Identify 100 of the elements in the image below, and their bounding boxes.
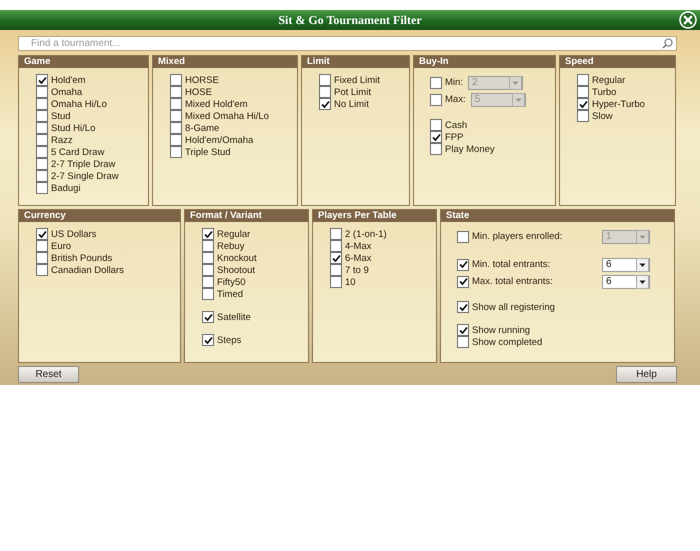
checkbox-label[interactable]: Regular [217,228,250,240]
checkbox-label[interactable]: 2-7 Triple Draw [51,158,116,170]
checkbox-label[interactable]: 7 to 9 [345,264,369,276]
checkbox[interactable] [170,86,182,98]
checkbox-label[interactable]: US Dollars [51,228,96,240]
checkbox-label[interactable]: Stud [51,110,71,122]
checkbox[interactable] [457,258,469,270]
checkbox-label[interactable]: Razz [51,134,73,146]
checkbox[interactable] [457,276,469,288]
checkbox-label[interactable]: Stud Hi/Lo [51,122,96,134]
checkbox[interactable] [36,98,48,110]
checkbox-label[interactable]: Knockout [217,252,257,264]
checkbox-label[interactable]: Slow [592,110,613,122]
checkbox[interactable] [457,230,469,242]
help-button[interactable]: Help [616,366,677,383]
checkbox[interactable] [202,240,214,252]
checkbox[interactable] [36,170,48,182]
checkbox-label[interactable]: Min: [445,77,463,88]
checkbox[interactable] [330,228,342,240]
checkbox[interactable] [577,86,589,98]
checkbox-label[interactable]: Hyper-Turbo [592,98,645,110]
checkbox-label[interactable]: Timed [217,288,244,300]
reset-button[interactable]: Reset [18,366,79,383]
checkbox-label[interactable]: 6-Max [345,252,372,264]
checkbox[interactable] [577,98,589,110]
checkbox[interactable] [577,110,589,122]
checkbox-label[interactable]: Canadian Dollars [51,264,124,276]
checkbox-label[interactable]: Mixed Omaha Hi/Lo [185,110,269,122]
checkbox-label[interactable]: Satellite [217,312,251,322]
checkbox[interactable] [319,74,331,86]
checkbox[interactable] [36,146,48,158]
checkbox[interactable] [319,86,331,98]
checkbox[interactable] [202,264,214,276]
checkbox[interactable] [202,252,214,264]
checkbox[interactable] [430,119,442,131]
checkbox-label[interactable]: 10 [345,276,356,288]
close-icon[interactable] [679,11,697,29]
checkbox[interactable] [36,86,48,98]
search-field[interactable]: Find a tournament... [18,36,677,51]
checkbox-label[interactable]: Max: [445,94,466,105]
checkbox-label[interactable]: Triple Stud [185,146,231,158]
checkbox-label[interactable]: 8-Game [185,122,220,134]
checkbox[interactable] [202,334,214,346]
checkbox[interactable] [430,143,442,155]
checkbox[interactable] [202,228,214,240]
checkbox[interactable] [430,131,442,143]
checkbox-label[interactable]: Omaha [51,86,82,98]
checkbox-label[interactable]: Shootout [217,264,256,276]
checkbox-label[interactable]: Cash [445,120,468,130]
checkbox[interactable] [457,324,469,336]
dropdown[interactable]: 6 [602,258,650,272]
checkbox[interactable] [330,276,342,288]
checkbox-label[interactable]: Omaha Hi/Lo [51,98,107,110]
checkbox-label[interactable]: Min. total entrants: [472,259,589,270]
checkbox[interactable] [170,98,182,110]
checkbox-label[interactable]: British Pounds [51,252,112,264]
checkbox[interactable] [170,146,182,158]
checkbox[interactable] [170,122,182,134]
checkbox-label[interactable]: Show running [472,324,530,336]
checkbox-label[interactable]: Steps [217,334,242,346]
checkbox[interactable] [430,76,442,88]
checkbox[interactable] [36,158,48,170]
checkbox-label[interactable]: 5 Card Draw [51,146,104,158]
checkbox-label[interactable]: Pot Limit [334,86,371,98]
checkbox-label[interactable]: Show completed [472,336,542,348]
checkbox-label[interactable]: Hold'em [51,74,86,86]
checkbox[interactable] [36,122,48,134]
checkbox[interactable] [170,74,182,86]
checkbox[interactable] [170,134,182,146]
checkbox[interactable] [170,110,182,122]
checkbox[interactable] [330,240,342,252]
checkbox-label[interactable]: Play Money [445,144,495,154]
checkbox-label[interactable]: FPP [445,132,464,142]
checkbox[interactable] [430,94,442,106]
checkbox-label[interactable]: 2 (1-on-1) [345,228,387,240]
checkbox-label[interactable]: Regular [592,74,626,86]
checkbox-label[interactable]: Show all registering [472,302,555,312]
checkbox-label[interactable]: HORSE [185,74,219,86]
checkbox-label[interactable]: Mixed Hold'em [185,98,248,110]
checkbox[interactable] [457,301,469,313]
checkbox[interactable] [319,98,331,110]
checkbox[interactable] [36,74,48,86]
checkbox[interactable] [202,288,214,300]
checkbox-label[interactable]: Max. total entrants: [472,276,589,287]
checkbox-label[interactable]: HOSE [185,86,212,98]
checkbox[interactable] [330,252,342,264]
checkbox-label[interactable]: No Limit [334,98,369,110]
checkbox[interactable] [36,228,48,240]
checkbox[interactable] [36,240,48,252]
checkbox[interactable] [202,311,214,323]
checkbox[interactable] [202,276,214,288]
checkbox[interactable] [36,110,48,122]
checkbox-label[interactable]: 4-Max [345,240,372,252]
checkbox-label[interactable]: Fixed Limit [334,74,380,86]
checkbox-label[interactable]: Min. players enrolled: [472,231,589,242]
checkbox[interactable] [36,264,48,276]
checkbox-label[interactable]: Turbo [592,86,616,98]
checkbox[interactable] [36,182,48,194]
checkbox-label[interactable]: 2-7 Single Draw [51,170,119,182]
checkbox-label[interactable]: Badugi [51,182,81,194]
